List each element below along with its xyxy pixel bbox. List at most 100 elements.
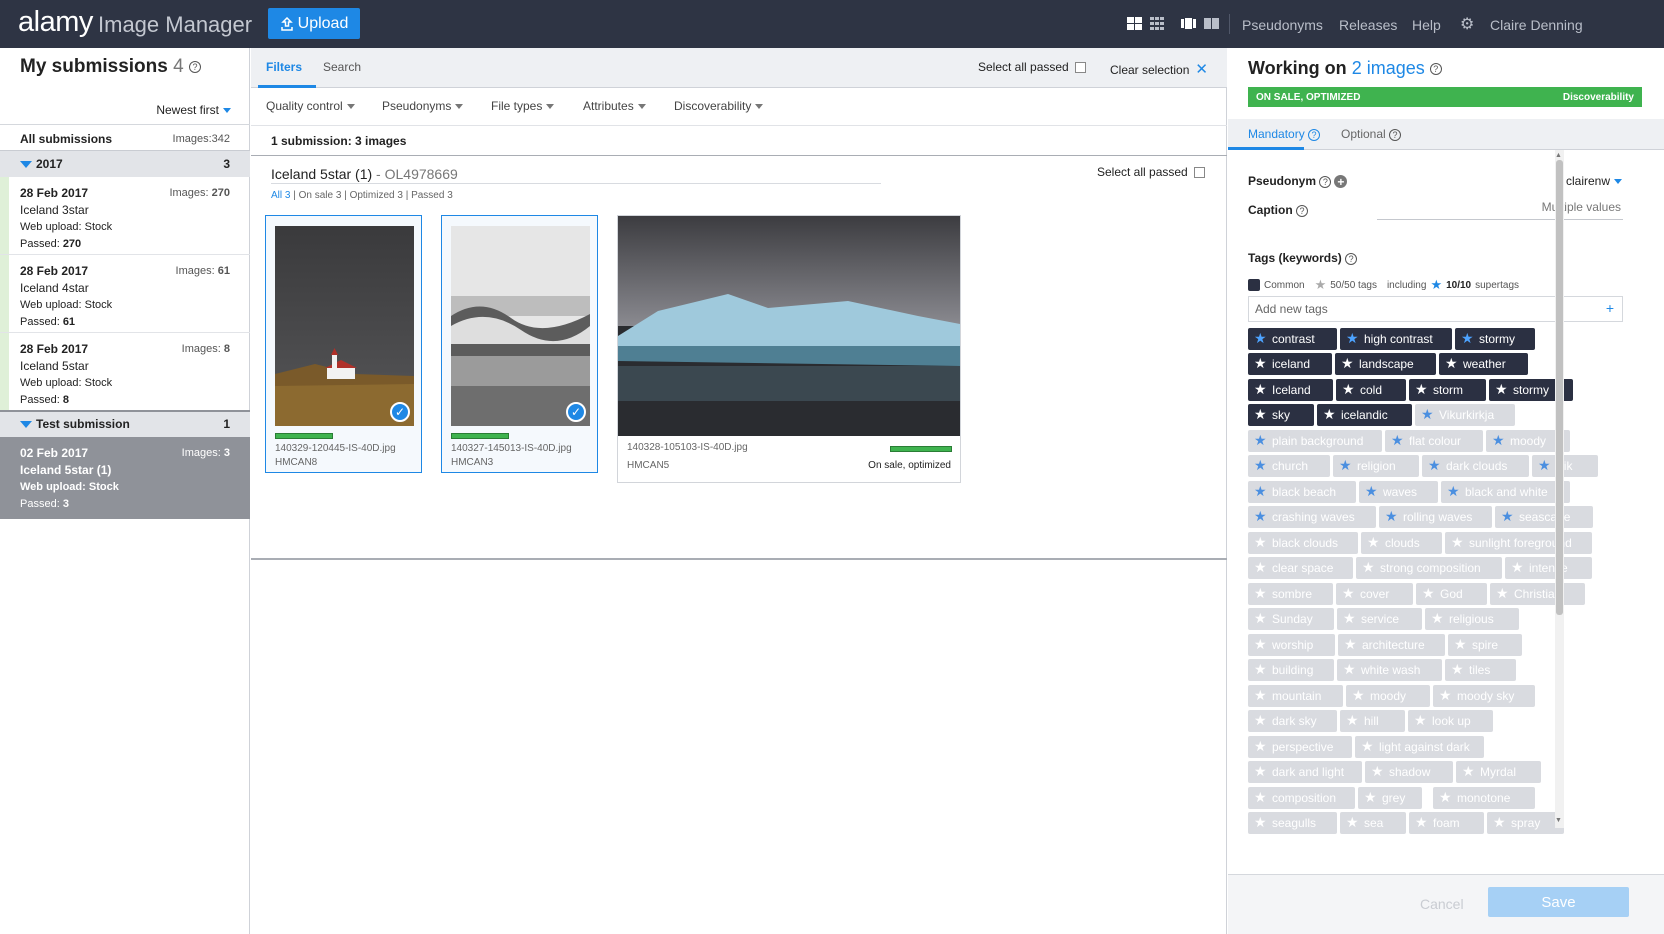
tag-chip[interactable]: ★ grey: [1358, 787, 1422, 809]
tag-chip[interactable]: ★ foam: [1409, 812, 1484, 834]
list-item-selected[interactable]: 02 Feb 2017 Images: 3 Iceland 5star (1) …: [0, 436, 250, 519]
tag-chip[interactable]: ★ moody: [1346, 685, 1430, 707]
star-icon[interactable]: ★: [1454, 636, 1467, 653]
tag-chip[interactable]: ★ weather: [1439, 353, 1528, 375]
supertag-star-icon[interactable]: ★: [1538, 457, 1551, 474]
image-thumbnail[interactable]: ✓ 140327-145013-IS-40D.jpg HMCAN3: [441, 215, 598, 473]
star-icon[interactable]: ★: [1254, 585, 1267, 602]
select-all-passed[interactable]: Select all passed: [978, 60, 1086, 74]
filter-quality-control[interactable]: Quality control: [266, 99, 355, 113]
star-icon[interactable]: ★: [1493, 814, 1506, 831]
tag-chip[interactable]: ★ black clouds: [1248, 532, 1358, 554]
add-pseudonym-icon[interactable]: +: [1334, 175, 1348, 189]
star-icon[interactable]: ★: [1254, 763, 1267, 780]
tag-chip[interactable]: ★ Sunday: [1248, 608, 1334, 630]
star-icon[interactable]: ★: [1323, 406, 1336, 423]
star-icon[interactable]: ★: [1422, 585, 1435, 602]
star-icon[interactable]: ★: [1451, 534, 1464, 551]
star-icon[interactable]: ★: [1254, 355, 1267, 372]
star-icon[interactable]: ★: [1342, 585, 1355, 602]
tag-chip[interactable]: ★ icelandic: [1317, 404, 1412, 426]
select-all-passed-group[interactable]: Select all passed: [1097, 165, 1205, 179]
star-icon[interactable]: ★: [1415, 381, 1428, 398]
star-icon[interactable]: ★: [1346, 712, 1359, 729]
star-icon[interactable]: ★: [1352, 687, 1365, 704]
help-icon[interactable]: ?: [1296, 204, 1309, 217]
star-icon[interactable]: ★: [1254, 712, 1267, 729]
add-tag-icon[interactable]: +: [1606, 300, 1614, 316]
save-button[interactable]: Save: [1488, 887, 1629, 917]
tag-chip[interactable]: ★ sunlight foreground: [1445, 532, 1592, 554]
tag-chip[interactable]: ★ religion: [1333, 455, 1419, 477]
tag-chip[interactable]: ★ dark and light: [1248, 761, 1362, 783]
star-icon[interactable]: ★: [1361, 738, 1374, 755]
tag-chip[interactable]: ★ Iceland: [1248, 379, 1333, 401]
tag-chip[interactable]: ★ sky: [1248, 404, 1314, 426]
star-icon[interactable]: ★: [1431, 610, 1444, 627]
help-icon[interactable]: ?: [1429, 63, 1442, 76]
tag-chip[interactable]: ★ building: [1248, 659, 1334, 681]
tag-chip[interactable]: ★ storm: [1409, 379, 1486, 401]
star-icon[interactable]: ★: [1462, 763, 1475, 780]
star-icon[interactable]: ★: [1254, 636, 1267, 653]
small-grid-view-icon[interactable]: [1150, 17, 1165, 30]
star-icon[interactable]: ★: [1362, 559, 1375, 576]
star-icon[interactable]: ★: [1254, 406, 1267, 423]
star-icon[interactable]: ★: [1495, 381, 1508, 398]
scrollbar-thumb[interactable]: [1556, 160, 1563, 615]
list-item[interactable]: 28 Feb 2017 Images: 270 Iceland 3star We…: [0, 176, 250, 259]
select-group-checkbox[interactable]: [1193, 166, 1205, 178]
tag-chip[interactable]: ★ plain background: [1248, 430, 1382, 452]
tag-chip[interactable]: ★ spray: [1487, 812, 1564, 834]
filter-discoverability[interactable]: Discoverability: [674, 99, 764, 113]
tag-chip[interactable]: ★ hill: [1340, 710, 1405, 732]
tag-chip[interactable]: ★ spire: [1448, 634, 1522, 656]
tag-chip[interactable]: ★ look up: [1408, 710, 1493, 732]
selected-check-icon[interactable]: ✓: [390, 402, 410, 422]
supertag-star-icon[interactable]: ★: [1428, 457, 1441, 474]
help-icon[interactable]: ?: [188, 60, 201, 73]
tag-chip[interactable]: ★ Christian: [1490, 583, 1585, 605]
supertag-star-icon[interactable]: ★: [1461, 330, 1474, 347]
tag-chip[interactable]: ★ cold: [1336, 379, 1406, 401]
star-icon[interactable]: ★: [1254, 559, 1267, 576]
star-icon[interactable]: ★: [1343, 661, 1356, 678]
tag-chip[interactable]: ★ landscape: [1335, 353, 1436, 375]
star-icon[interactable]: ★: [1451, 661, 1464, 678]
tag-chip[interactable]: ★ monotone: [1433, 787, 1535, 809]
clear-selection-button[interactable]: Clear selection ✕: [1110, 60, 1208, 78]
star-icon[interactable]: ★: [1415, 814, 1428, 831]
alamy-logo[interactable]: alamy: [18, 6, 93, 39]
filter-file-types[interactable]: File types: [491, 99, 555, 113]
tag-chip[interactable]: ★ architecture: [1338, 634, 1445, 656]
image-thumbnail[interactable]: ✓ 140329-120445-IS-40D.jpg HMCAN8: [265, 215, 422, 473]
star-icon[interactable]: ★: [1414, 712, 1427, 729]
star-icon[interactable]: ★: [1445, 355, 1458, 372]
star-icon[interactable]: ★: [1254, 738, 1267, 755]
tag-chip[interactable]: ★ Vik: [1532, 455, 1598, 477]
supertag-star-icon[interactable]: ★: [1254, 330, 1267, 347]
select-all-checkbox[interactable]: [1074, 61, 1086, 73]
tag-chip[interactable]: ★ strong composition: [1356, 557, 1502, 579]
list-item[interactable]: 28 Feb 2017 Images: 61 Iceland 4star Web…: [0, 254, 250, 337]
scroll-down-icon[interactable]: ▼: [1555, 817, 1562, 824]
tag-chip[interactable]: ★ service: [1337, 608, 1422, 630]
tab-filters[interactable]: Filters: [266, 60, 302, 74]
tag-chip[interactable]: ★ sea: [1340, 812, 1406, 834]
tag-chip[interactable]: ★ moody sky: [1433, 685, 1535, 707]
supertag-star-icon[interactable]: ★: [1346, 330, 1359, 347]
pseudonyms-link[interactable]: Pseudonyms: [1242, 17, 1323, 33]
tag-chip[interactable]: ★ tiles: [1445, 659, 1516, 681]
star-icon[interactable]: ★: [1254, 534, 1267, 551]
star-icon[interactable]: ★: [1254, 381, 1267, 398]
help-link[interactable]: Help: [1412, 17, 1441, 33]
supertag-star-icon[interactable]: ★: [1385, 508, 1398, 525]
star-icon[interactable]: ★: [1439, 687, 1452, 704]
star-icon[interactable]: ★: [1254, 610, 1267, 627]
tab-optional[interactable]: Optional ?: [1341, 127, 1402, 141]
add-tags-input[interactable]: Add new tags +: [1248, 296, 1623, 322]
gear-icon[interactable]: ⚙: [1460, 14, 1474, 34]
tag-chip[interactable]: ★ clear space: [1248, 557, 1353, 579]
tag-chip[interactable]: ★ mountain: [1248, 685, 1343, 707]
tag-chip[interactable]: ★ iceland: [1248, 353, 1332, 375]
